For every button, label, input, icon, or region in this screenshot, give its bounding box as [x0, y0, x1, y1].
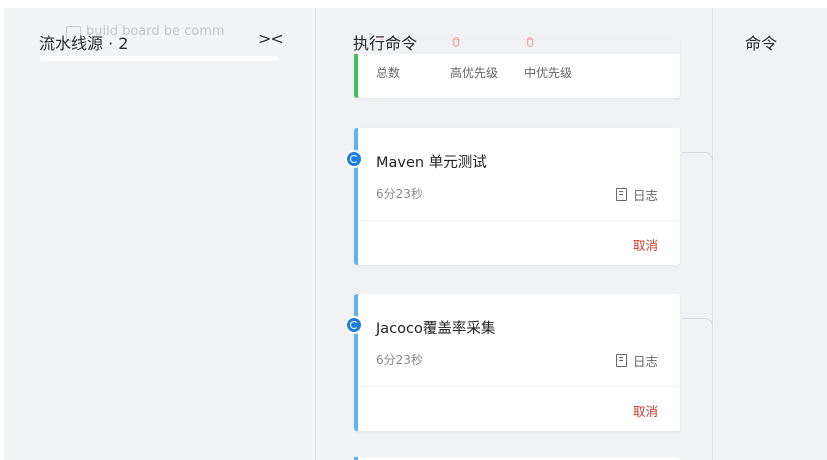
source-column: [4, 8, 315, 460]
job-duration: 6分23秒: [376, 353, 423, 367]
stat-total-label: 总数: [376, 66, 401, 80]
log-label: 日志: [632, 354, 658, 369]
job-card[interactable]: Maven 单元测试 6分23秒 日志 取消: [354, 128, 680, 265]
job-title: Jacoco覆盖率采集: [376, 321, 496, 337]
running-icon: [345, 316, 363, 334]
column-divider: [712, 8, 713, 460]
flow-connector: [682, 318, 713, 327]
stat-high-value-peek: 0: [452, 36, 461, 51]
card-divider: [358, 386, 680, 387]
command-column-title: 命令: [745, 34, 778, 53]
stat-medium-label: 中优先级: [524, 66, 573, 80]
exec-column-title-overlay: 执行命令: [353, 34, 418, 53]
card-divider: [358, 220, 680, 221]
job-accent-bar: [354, 294, 358, 431]
stat-high-label: 高优先级: [450, 66, 499, 80]
job-card[interactable]: Jacoco覆盖率采集 6分23秒 日志 取消: [354, 294, 680, 431]
flow-connector: [682, 152, 713, 161]
running-icon: [345, 150, 363, 168]
job-title: Maven 单元测试: [376, 155, 487, 171]
cancel-button[interactable]: 取消: [633, 235, 658, 254]
log-link[interactable]: 日志: [615, 185, 658, 204]
source-card-stub: [40, 56, 278, 61]
source-column-title: 流水线源 · 2: [39, 34, 129, 53]
stat-medium-value-peek: 0: [526, 36, 535, 51]
cancel-button[interactable]: 取消: [633, 401, 658, 420]
collapse-icon[interactable]: ><: [258, 29, 284, 48]
job-duration: 6分23秒: [376, 187, 423, 201]
log-doc-icon: [615, 354, 627, 367]
log-doc-icon: [615, 188, 627, 201]
command-column: [713, 8, 827, 460]
log-label: 日志: [632, 188, 658, 203]
job-accent-bar: [354, 128, 358, 265]
log-link[interactable]: 日志: [615, 351, 658, 370]
column-divider: [315, 8, 316, 460]
